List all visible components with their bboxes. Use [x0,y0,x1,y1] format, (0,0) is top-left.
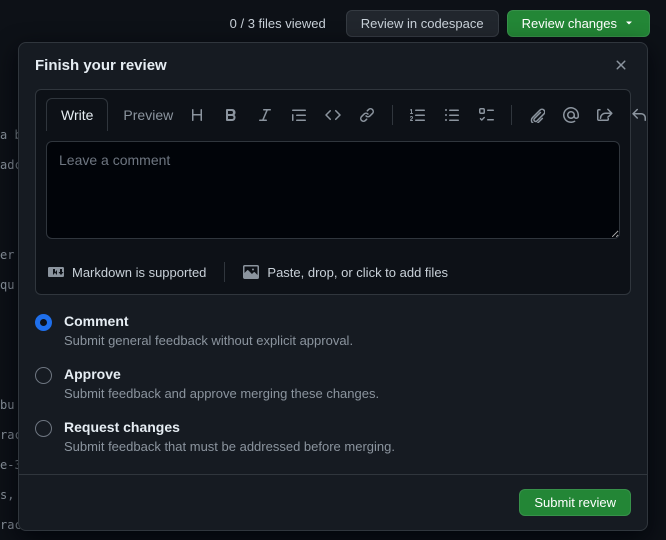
tab-preview[interactable]: Preview [108,98,188,131]
editor-meta-row: Markdown is supported Paste, drop, or cl… [36,252,630,294]
option-title: Request changes [64,419,395,435]
modal-footer: Submit review [19,474,647,530]
image-icon [243,264,259,280]
option-description: Submit general feedback without explicit… [64,333,353,348]
radio-approve[interactable] [35,367,52,384]
italic-icon[interactable] [256,106,274,124]
topbar: 0 / 3 files viewed Review in codespace R… [0,0,666,46]
unordered-list-icon[interactable] [443,106,461,124]
review-modal: Finish your review Write Preview [18,42,648,531]
option-request-changes[interactable]: Request changes Submit feedback that mus… [35,419,631,454]
files-viewed-count: 0 / 3 files viewed [230,16,326,31]
cross-reference-icon[interactable] [596,106,614,124]
option-title: Approve [64,366,379,382]
ordered-list-icon[interactable] [409,106,427,124]
toolbar-separator [511,105,512,125]
chevron-down-icon [623,17,635,29]
task-list-icon[interactable] [477,106,495,124]
radio-comment[interactable] [35,314,52,331]
review-changes-button[interactable]: Review changes [507,10,650,37]
comment-editor: Write Preview [35,89,631,295]
radio-request-changes[interactable] [35,420,52,437]
option-approve[interactable]: Approve Submit feedback and approve merg… [35,366,631,401]
meta-separator [224,262,225,282]
markdown-icon [48,264,64,280]
attach-files-link[interactable]: Paste, drop, or click to add files [243,264,448,280]
option-description: Submit feedback and approve merging thes… [64,386,379,401]
attach-icon[interactable] [528,106,546,124]
heading-icon[interactable] [188,106,206,124]
option-comment[interactable]: Comment Submit general feedback without … [35,313,631,348]
review-in-codespace-button[interactable]: Review in codespace [346,10,499,37]
bold-icon[interactable] [222,106,240,124]
review-options: Comment Submit general feedback without … [19,295,647,454]
option-title: Comment [64,313,353,329]
toolbar-separator [392,105,393,125]
modal-title: Finish your review [35,57,167,74]
link-icon[interactable] [358,106,376,124]
markdown-supported-link[interactable]: Markdown is supported [48,264,206,280]
editor-tabbar: Write Preview [36,90,630,131]
option-description: Submit feedback that must be addressed b… [64,439,395,454]
close-button[interactable] [611,55,631,75]
markdown-toolbar [188,105,652,125]
comment-textarea[interactable] [46,141,620,239]
close-icon [613,57,629,73]
reply-icon[interactable] [630,106,648,124]
tab-write[interactable]: Write [46,98,108,131]
mention-icon[interactable] [562,106,580,124]
modal-header: Finish your review [19,43,647,87]
background-code-fragments: a b adc er qu bu rac e-3 s, rac nova bra… [0,0,20,540]
quote-icon[interactable] [290,106,308,124]
code-icon[interactable] [324,106,342,124]
submit-review-button[interactable]: Submit review [519,489,631,516]
